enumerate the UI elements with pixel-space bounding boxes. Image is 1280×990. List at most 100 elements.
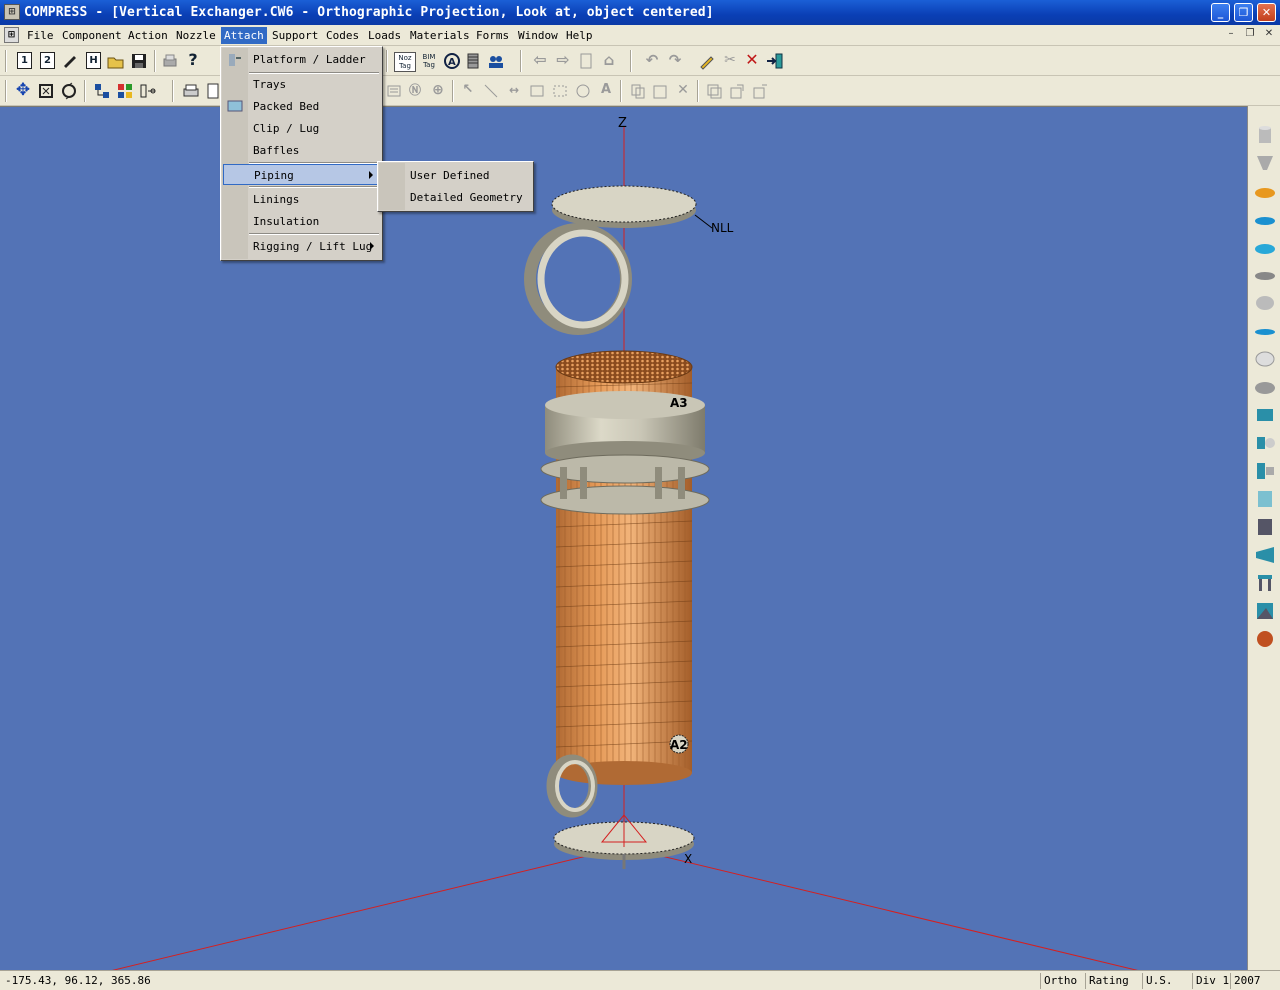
flange-pair-icon[interactable]	[1254, 404, 1276, 426]
status-bar: -175.43, 96.12, 365.86 Ortho Rating U.S.…	[0, 970, 1280, 990]
rotate-view-icon[interactable]	[59, 81, 79, 101]
line-icon[interactable]	[481, 81, 501, 101]
leg-support-icon[interactable]	[1254, 572, 1276, 594]
clear-icon[interactable]: ✕	[673, 81, 693, 101]
users-icon[interactable]	[486, 51, 506, 71]
restore-button[interactable]: ❐	[1234, 3, 1253, 22]
menu-support[interactable]: Support	[269, 27, 321, 44]
menu-loads[interactable]: Loads	[365, 27, 404, 44]
menu-item-clip-lug[interactable]: Clip / Lug	[223, 118, 380, 139]
cylinder-icon[interactable]	[1254, 124, 1276, 146]
lug-icon[interactable]	[1254, 628, 1276, 650]
zoom-extents-icon[interactable]	[36, 81, 56, 101]
cut-icon[interactable]: ✂	[720, 51, 740, 71]
circle-icon[interactable]	[573, 81, 593, 101]
arrow-left-icon[interactable]: ⇦	[530, 51, 550, 71]
print-preview-icon[interactable]	[181, 81, 201, 101]
rectangle-icon[interactable]	[527, 81, 547, 101]
hemi-head-icon[interactable]	[1254, 208, 1276, 230]
saddle-icon[interactable]	[1254, 600, 1276, 622]
bim-tag-button[interactable]: BIM Tag	[418, 52, 440, 72]
save-icon[interactable]	[129, 51, 149, 71]
menu-item-trays[interactable]: Trays	[223, 74, 380, 95]
menu-item-baffles[interactable]: Baffles	[223, 140, 380, 161]
flange-head-icon[interactable]	[1254, 292, 1276, 314]
view-2-button[interactable]: 2	[40, 52, 55, 69]
open-folder-icon[interactable]	[106, 51, 126, 71]
3d-viewport[interactable]: Z X NLL A3 A2	[0, 106, 1247, 970]
app-icon[interactable]: ⊞	[4, 4, 20, 20]
help-icon[interactable]: ?	[183, 51, 203, 71]
pan-icon[interactable]: ✥	[13, 81, 33, 101]
minimize-button[interactable]: _	[1211, 3, 1230, 22]
reducer-icon[interactable]	[1254, 376, 1276, 398]
layer-export-icon[interactable]	[750, 81, 770, 101]
menu-file[interactable]: File	[24, 27, 57, 44]
mdi-minimize-icon[interactable]: –	[1224, 28, 1238, 41]
menu-component[interactable]: Component	[59, 27, 125, 44]
select-region-icon[interactable]	[550, 81, 570, 101]
report-icon[interactable]	[384, 81, 404, 101]
menu-materials[interactable]: Materials	[407, 27, 473, 44]
mdi-restore-icon[interactable]: ❐	[1243, 28, 1257, 41]
delete-icon[interactable]: ✕	[742, 51, 762, 71]
menu-window[interactable]: Window	[515, 27, 561, 44]
menu-attach[interactable]: Attach	[221, 27, 267, 44]
shell-cylinder-icon[interactable]	[1254, 516, 1276, 538]
target-icon[interactable]: ⊕	[428, 81, 448, 101]
redo-icon[interactable]: ↷	[665, 51, 685, 71]
pencil-icon[interactable]	[60, 51, 80, 71]
tubesheet-icon[interactable]	[1254, 460, 1276, 482]
pointer-icon[interactable]: ↖	[458, 81, 478, 101]
nozzle-a3-label: A3	[670, 396, 688, 410]
dim-linear-icon[interactable]: ↔	[504, 81, 524, 101]
menu-nozzle[interactable]: Nozzle	[173, 27, 219, 44]
menu-item-detailed-geometry[interactable]: Detailed Geometry	[380, 186, 531, 207]
menu-item-user-defined[interactable]: User Defined	[380, 164, 531, 185]
copy-icon[interactable]	[628, 81, 648, 101]
layer-move-icon[interactable]	[727, 81, 747, 101]
view-1-button[interactable]: 1	[17, 52, 32, 69]
torispherical-head-icon[interactable]	[1254, 236, 1276, 258]
menu-help[interactable]: Help	[563, 27, 596, 44]
close-button[interactable]: ✕	[1257, 3, 1276, 22]
print-icon[interactable]	[160, 51, 180, 71]
menu-item-linings[interactable]: Linings	[223, 189, 380, 210]
document-refresh-icon[interactable]	[576, 51, 596, 71]
menu-action[interactable]: Action	[125, 27, 171, 44]
layer-copy-icon[interactable]	[704, 81, 724, 101]
menu-item-piping[interactable]: Piping	[223, 164, 380, 185]
nozzle-n-icon[interactable]: Ⓝ	[405, 81, 425, 101]
menu-codes[interactable]: Codes	[323, 27, 362, 44]
text-icon[interactable]: A	[596, 81, 616, 101]
export-icon[interactable]	[765, 51, 785, 71]
home-icon[interactable]: ⌂	[599, 51, 619, 71]
menu-item-insulation[interactable]: Insulation	[223, 211, 380, 232]
paste-icon[interactable]	[650, 81, 670, 101]
dimension-icon[interactable]	[138, 81, 158, 101]
nozzle-tag-button[interactable]: Noz Tag	[394, 52, 416, 72]
hatch-icon[interactable]	[463, 51, 483, 71]
menu-item-packed-bed[interactable]: Packed Bed	[223, 96, 380, 117]
edit-pencil-icon[interactable]	[697, 51, 717, 71]
ellipsoidal-head-icon[interactable]	[1254, 180, 1276, 202]
mdi-close-icon[interactable]: ✕	[1262, 28, 1276, 41]
cone-icon[interactable]	[1254, 152, 1276, 174]
component-tree-icon[interactable]	[92, 81, 112, 101]
h-button[interactable]: H	[86, 52, 101, 69]
expansion-joint-icon[interactable]	[1254, 488, 1276, 510]
undo-icon[interactable]: ↶	[642, 51, 662, 71]
menu-item-platform-ladder[interactable]: Platform / Ladder	[223, 49, 380, 70]
flat-head-icon[interactable]	[1254, 264, 1276, 286]
menu-forms[interactable]: Forms	[473, 27, 512, 44]
body-flange-icon[interactable]	[1254, 432, 1276, 454]
menu-item-rigging-lift-lug[interactable]: Rigging / Lift Lug	[223, 236, 380, 257]
toolbar-main: 1 2 H ? Noz Tag BIM Tag A ⇦ ⇨ ⌂ ↶ ↷ ✂ ✕	[0, 46, 1280, 76]
cone-transition-icon[interactable]	[1254, 544, 1276, 566]
blue-disk-icon[interactable]	[1254, 320, 1276, 342]
document-icon[interactable]: ⊞	[4, 27, 19, 43]
skirt-icon[interactable]	[1254, 348, 1276, 370]
arrow-right-icon[interactable]: ⇨	[553, 51, 573, 71]
annotation-icon[interactable]: A	[442, 51, 462, 71]
nozzle-list-icon[interactable]	[115, 81, 135, 101]
